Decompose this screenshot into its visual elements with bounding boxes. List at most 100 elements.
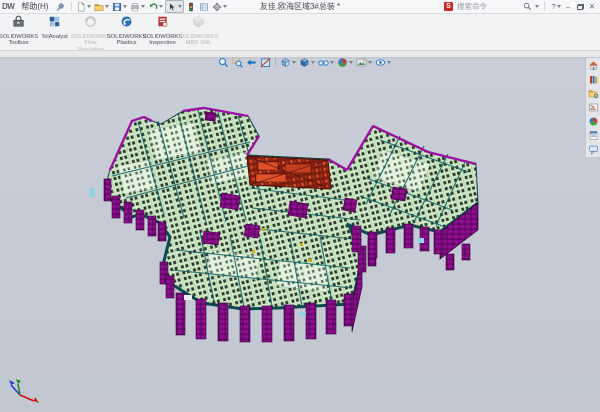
- file-properties-icon: [199, 2, 209, 12]
- dropdown-caret[interactable]: [141, 5, 145, 8]
- toolbar-separator: [544, 2, 545, 11]
- addin-label: SOLIDWORKS Toolbox: [0, 34, 38, 47]
- print-icon: [130, 2, 140, 12]
- commandmanager-tab-strip[interactable]: [0, 50, 600, 58]
- dropdown-caret[interactable]: [349, 61, 353, 64]
- solidworks-resources-icon: [588, 60, 599, 71]
- solidworks-logo: DW: [0, 2, 17, 11]
- addin-plastics-button[interactable]: SOLIDWORKS Plastics: [109, 14, 144, 49]
- commandmanager-ribbon: SOLIDWORKS ToolboxTolAnalyst SOLIDWORKS F…: [0, 13, 600, 51]
- mbd-icon: [192, 14, 205, 33]
- view-settings-icon: [375, 57, 386, 68]
- edit-appearance-icon: [337, 57, 348, 68]
- select-button[interactable]: [165, 0, 184, 13]
- design-library-button[interactable]: [588, 74, 599, 85]
- coordinate-triad: [4, 368, 48, 404]
- view-orientation-icon: [280, 57, 291, 68]
- dropdown-caret[interactable]: [387, 61, 391, 64]
- solidworks-resources-button[interactable]: [588, 60, 599, 71]
- search-input[interactable]: 搜索命令: [455, 1, 521, 12]
- print-button[interactable]: [129, 1, 146, 13]
- custom-properties-button[interactable]: [588, 130, 599, 141]
- dropdown-caret[interactable]: [223, 5, 227, 8]
- hide-show-items-icon: [318, 57, 329, 68]
- search-dropdown-caret[interactable]: [535, 5, 539, 8]
- new-button[interactable]: [75, 1, 92, 13]
- help-button[interactable]: ?: [550, 1, 562, 12]
- solidworks-search-logo-icon: S: [444, 2, 453, 11]
- file-properties-button[interactable]: [198, 1, 210, 13]
- addin-label: SOLIDWORKS MBD SNL: [179, 34, 218, 47]
- inspection-icon: [156, 14, 169, 33]
- previous-view-icon: [246, 57, 257, 68]
- dropdown-caret[interactable]: [178, 5, 182, 8]
- dropdown-caret[interactable]: [311, 61, 315, 64]
- pin-menu-icon[interactable]: [55, 2, 65, 12]
- close-button[interactable]: ✕: [586, 1, 598, 12]
- addin-label: SOLIDWORKS Plastics: [107, 34, 146, 47]
- viewport[interactable]: [0, 56, 600, 412]
- flow-simulation-icon: [84, 14, 97, 33]
- undo-button[interactable]: [147, 1, 164, 13]
- restore-button[interactable]: [574, 1, 586, 12]
- rebuild-icon: [186, 2, 196, 12]
- tolanalyst-icon: [48, 14, 61, 33]
- file-explorer-button[interactable]: [588, 88, 599, 99]
- display-style-icon: [299, 57, 310, 68]
- dropdown-caret[interactable]: [330, 61, 334, 64]
- zoom-to-area-icon: [232, 57, 243, 68]
- file-explorer-icon: [588, 88, 599, 99]
- appearances-scenes-icon: [588, 116, 599, 127]
- minimize-button[interactable]: –: [562, 1, 574, 12]
- addin-label: TolAnalyst: [41, 34, 67, 40]
- addin-flow-simulation-button: SOLIDWORKS Flow Simulation: [73, 14, 108, 49]
- addin-inspection-button[interactable]: SOLIDWORKS Inspection: [145, 14, 180, 49]
- apply-scene-icon: [356, 57, 367, 68]
- forum-icon: [588, 144, 599, 155]
- toolbar-separator: [275, 58, 276, 67]
- window-buttons: ?– ✕: [550, 1, 598, 12]
- appearances-scenes-button[interactable]: [588, 116, 599, 127]
- titlebar-right: S 搜索命令 ?– ✕: [444, 1, 600, 12]
- open-icon: [94, 2, 104, 12]
- options-icon: [212, 2, 222, 12]
- save-icon: [112, 2, 122, 12]
- model-3d-view[interactable]: [0, 56, 600, 412]
- search-placeholder: 搜索命令: [457, 1, 487, 12]
- options-button[interactable]: [211, 1, 228, 13]
- toolbox-icon: [12, 14, 25, 33]
- forum-button[interactable]: [588, 144, 599, 155]
- custom-properties-icon: [588, 130, 599, 141]
- view-palette-button[interactable]: [588, 102, 599, 113]
- section-view-icon: [260, 57, 271, 68]
- dropdown-caret[interactable]: [105, 5, 109, 8]
- search-icon[interactable]: [523, 2, 532, 11]
- title-bar: DW 帮助(H) 友佳.欧海区域3#总装 * S 搜索命令 ?–✕: [0, 0, 600, 14]
- new-icon: [76, 2, 86, 12]
- rebuild-button[interactable]: [185, 1, 197, 13]
- addin-tolanalyst-button[interactable]: TolAnalyst: [37, 14, 72, 49]
- save-button[interactable]: [111, 1, 128, 13]
- stairwell-red-block: [247, 156, 331, 189]
- view-palette-icon: [588, 102, 599, 113]
- select-icon: [167, 2, 177, 12]
- addin-mbd-button: SOLIDWORKS MBD SNL: [181, 14, 216, 49]
- addin-toolbox-button[interactable]: SOLIDWORKS Toolbox: [1, 14, 36, 49]
- menu-help[interactable]: 帮助(H): [17, 1, 52, 12]
- zoom-to-fit-icon: [218, 57, 229, 68]
- dropdown-caret[interactable]: [123, 5, 127, 8]
- addin-label: SOLIDWORKS Inspection: [143, 34, 182, 47]
- plastics-icon: [120, 14, 133, 33]
- dropdown-caret[interactable]: [368, 61, 372, 64]
- open-button[interactable]: [93, 1, 110, 13]
- restore-icon: [577, 4, 584, 10]
- dropdown-caret[interactable]: [292, 61, 296, 64]
- undo-icon: [148, 2, 158, 12]
- task-pane-toolbar: [585, 57, 600, 158]
- design-library-icon: [588, 74, 599, 85]
- quick-access-toolbar: [75, 0, 228, 13]
- dropdown-caret[interactable]: [159, 5, 163, 8]
- toolbar-separator: [71, 2, 72, 11]
- solidworks-window: DW 帮助(H) 友佳.欧海区域3#总装 * S 搜索命令 ?–✕ SOLIDW…: [0, 0, 600, 412]
- dropdown-caret[interactable]: [87, 5, 91, 8]
